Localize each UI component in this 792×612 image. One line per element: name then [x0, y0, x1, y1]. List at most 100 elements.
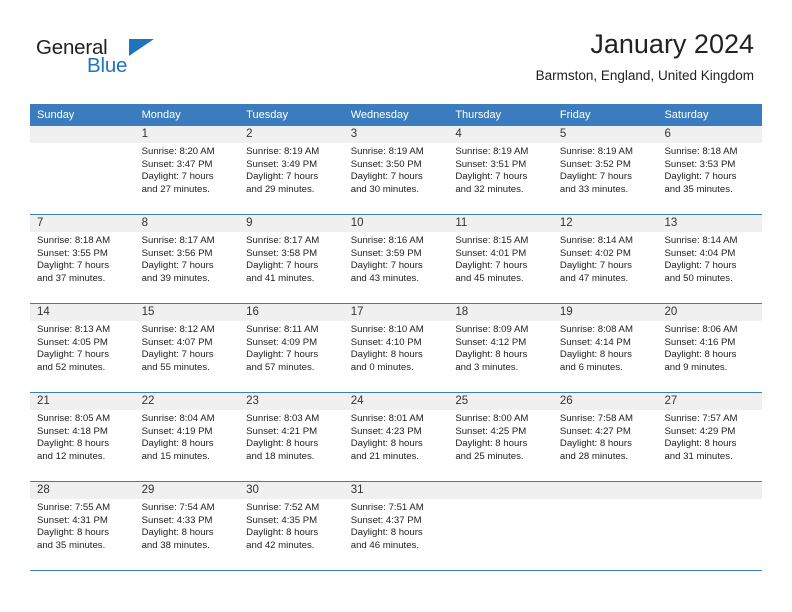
day-info-line: Sunrise: 8:19 AM: [350, 146, 424, 157]
calendar-day-cell[interactable]: 19 Sunrise: 8:08 AM Sunset: 4:14 PM Dayligh…: [552, 304, 658, 392]
calendar-day-cell[interactable]: 21 Sunrise: 8:05 AM Sunset: 4:18 PM Dayligh…: [30, 393, 135, 481]
calendar-day-cell[interactable]: 25 Sunrise: 8:00 AM Sunset: 4:25 PM Dayligh…: [448, 393, 553, 481]
calendar-day-cell[interactable]: 18 Sunrise: 8:09 AM Sunset: 4:12 PM Dayligh…: [448, 304, 553, 392]
calendar-day-cell[interactable]: 26 Sunrise: 7:58 AM Sunset: 4:27 PM Dayligh…: [552, 393, 658, 481]
day-sun-info: Sunrise: 8:16 AM Sunset: 3:59 PM Daylight:…: [344, 232, 449, 285]
day-info-line: Sunset: 4:27 PM: [559, 425, 631, 437]
day-number-bar: 18: [448, 304, 553, 321]
day-info-line: Sunset: 4:04 PM: [664, 247, 736, 259]
day-info-line: and 12 minutes.: [37, 450, 106, 462]
calendar-day-cell[interactable]: 4 Sunrise: 8:19 AM Sunset: 3:51 PM Daylight…: [448, 126, 553, 214]
calendar-day-cell[interactable]: 23 Sunrise: 8:03 AM Sunset: 4:21 PM Dayligh…: [239, 393, 344, 481]
day-info-line: Daylight: 7 hours: [246, 260, 319, 272]
day-info-line: Sunrise: 8:10 AM: [350, 324, 424, 335]
day-info-line: and 32 minutes.: [455, 183, 524, 195]
day-info-line: Daylight: 8 hours: [664, 438, 737, 450]
day-info-line: Sunset: 4:14 PM: [559, 336, 631, 348]
day-info-line: Sunset: 4:12 PM: [455, 336, 527, 348]
calendar-day-cell[interactable]: 17 Sunrise: 8:10 AM Sunset: 4:10 PM Dayligh…: [343, 304, 449, 392]
day-info-line: Sunrise: 8:05 AM: [37, 413, 111, 424]
calendar-day-cell[interactable]: 24 Sunrise: 8:01 AM Sunset: 4:23 PM Dayligh…: [343, 393, 449, 481]
day-info-line: Sunset: 3:56 PM: [141, 247, 213, 259]
day-info-line: and 47 minutes.: [559, 272, 629, 284]
calendar-day-cell[interactable]: 6 Sunrise: 8:18 AM Sunset: 3:53 PM Daylight…: [657, 126, 763, 214]
day-info-line: Daylight: 8 hours: [455, 438, 528, 450]
day-number: 5: [559, 128, 567, 140]
day-info-line: Sunrise: 8:19 AM: [455, 146, 529, 157]
day-number: 28: [37, 484, 50, 496]
day-info-line: and 52 minutes.: [37, 361, 106, 373]
calendar-week-row: 1 Sunrise: 8:20 AM Sunset: 3:47 PM Daylight…: [30, 126, 763, 215]
day-info-line: and 21 minutes.: [350, 450, 420, 462]
day-number: 31: [350, 484, 364, 496]
calendar-day-cell[interactable]: 22 Sunrise: 8:04 AM Sunset: 4:19 PM Dayligh…: [134, 393, 240, 481]
day-number-bar: 8: [134, 215, 240, 232]
day-number: 6: [664, 128, 671, 140]
calendar-week-row: 14 Sunrise: 8:13 AM Sunset: 4:05 PM Dayligh…: [30, 304, 763, 393]
day-number-bar: 26: [552, 393, 658, 410]
day-sun-info: Sunrise: 8:03 AM Sunset: 4:21 PM Daylight:…: [239, 410, 344, 463]
calendar-day-cell[interactable]: 30 Sunrise: 7:52 AM Sunset: 4:35 PM Dayligh…: [239, 482, 344, 570]
day-info-line: Sunrise: 8:20 AM: [141, 146, 215, 157]
day-info-line: and 31 minutes.: [664, 450, 733, 462]
day-info-line: Sunset: 4:29 PM: [664, 425, 736, 437]
calendar-day-cell[interactable]: 2 Sunrise: 8:19 AM Sunset: 3:49 PM Daylight…: [239, 126, 344, 214]
day-info-line: and 29 minutes.: [246, 183, 315, 195]
day-sun-info: Sunrise: 8:08 AM Sunset: 4:14 PM Daylight:…: [553, 321, 658, 374]
day-sun-info: Sunrise: 7:55 AM Sunset: 4:31 PM Daylight:…: [30, 499, 135, 552]
day-info-line: Sunset: 4:25 PM: [455, 425, 527, 437]
calendar-day-cell[interactable]: 15 Sunrise: 8:12 AM Sunset: 4:07 PM Dayligh…: [134, 304, 240, 392]
calendar-day-cell[interactable]: 31 Sunrise: 7:51 AM Sunset: 4:37 PM Dayligh…: [343, 482, 449, 570]
day-info-line: Sunrise: 8:08 AM: [559, 324, 633, 335]
day-info-line: and 28 minutes.: [559, 450, 629, 462]
day-info-line: Sunrise: 8:17 AM: [141, 235, 215, 246]
brand-triangle-icon: [129, 39, 154, 56]
brand-logo[interactable]: General Blue: [36, 36, 166, 82]
day-info-line: and 57 minutes.: [246, 361, 315, 373]
day-info-line: Sunset: 3:49 PM: [246, 158, 318, 170]
day-info-line: Sunrise: 8:18 AM: [664, 146, 738, 157]
day-number-bar: [30, 126, 135, 143]
calendar-day-cell[interactable]: 27 Sunrise: 7:57 AM Sunset: 4:29 PM Dayligh…: [657, 393, 763, 481]
calendar-day-cell[interactable]: 1 Sunrise: 8:20 AM Sunset: 3:47 PM Daylight…: [134, 126, 240, 214]
calendar-day-cell[interactable]: 12 Sunrise: 8:14 AM Sunset: 4:02 PM Dayligh…: [552, 215, 658, 303]
day-info-line: Daylight: 7 hours: [559, 171, 632, 183]
day-number: 23: [246, 395, 259, 407]
day-info-line: Sunrise: 8:12 AM: [141, 324, 215, 335]
calendar-day-cell[interactable]: 16 Sunrise: 8:11 AM Sunset: 4:09 PM Dayligh…: [239, 304, 344, 392]
day-info-line: Daylight: 8 hours: [246, 438, 319, 450]
calendar-day-cell[interactable]: 14 Sunrise: 8:13 AM Sunset: 4:05 PM Dayligh…: [30, 304, 135, 392]
calendar-day-cell[interactable]: 28 Sunrise: 7:55 AM Sunset: 4:31 PM Dayligh…: [30, 482, 135, 570]
day-sun-info: Sunrise: 7:52 AM Sunset: 4:35 PM Daylight:…: [239, 499, 344, 552]
day-number: 18: [455, 306, 469, 318]
day-number-bar: 2: [239, 126, 344, 143]
day-info-line: Sunset: 4:31 PM: [37, 514, 108, 526]
calendar-day-cell[interactable]: 9 Sunrise: 8:17 AM Sunset: 3:58 PM Daylight…: [239, 215, 344, 303]
day-info-line: Daylight: 7 hours: [37, 260, 109, 272]
day-info-line: Sunset: 4:02 PM: [559, 247, 631, 259]
day-number: 22: [141, 395, 155, 407]
day-sun-info: Sunrise: 8:19 AM Sunset: 3:52 PM Daylight:…: [553, 143, 658, 196]
calendar-day-cell[interactable]: 5 Sunrise: 8:19 AM Sunset: 3:52 PM Daylight…: [552, 126, 658, 214]
calendar-day-cell[interactable]: 8 Sunrise: 8:17 AM Sunset: 3:56 PM Daylight…: [134, 215, 240, 303]
calendar-weeks: 1 Sunrise: 8:20 AM Sunset: 3:47 PM Daylight…: [30, 126, 763, 571]
day-info-line: Sunrise: 8:19 AM: [559, 146, 633, 157]
day-number: 8: [141, 217, 148, 229]
day-info-line: Sunset: 3:53 PM: [664, 158, 736, 170]
calendar-day-cell[interactable]: 3 Sunrise: 8:19 AM Sunset: 3:50 PM Daylight…: [343, 126, 449, 214]
calendar-day-cell[interactable]: 10 Sunrise: 8:16 AM Sunset: 3:59 PM Dayligh…: [343, 215, 449, 303]
day-number: 30: [246, 484, 259, 496]
day-info-line: Sunset: 3:52 PM: [559, 158, 631, 170]
calendar-day-cell[interactable]: 13 Sunrise: 8:14 AM Sunset: 4:04 PM Dayligh…: [657, 215, 763, 303]
day-number-bar: 29: [134, 482, 240, 499]
calendar-day-cell[interactable]: 7 Sunrise: 8:18 AM Sunset: 3:55 PM Daylight…: [30, 215, 135, 303]
day-info-line: and 37 minutes.: [37, 272, 106, 284]
day-sun-info: Sunrise: 8:05 AM Sunset: 4:18 PM Daylight:…: [30, 410, 135, 463]
calendar-day-cell[interactable]: 11 Sunrise: 8:15 AM Sunset: 4:01 PM Dayligh…: [448, 215, 553, 303]
day-info-line: Daylight: 8 hours: [664, 349, 737, 361]
calendar-day-cell[interactable]: 29 Sunrise: 7:54 AM Sunset: 4:33 PM Dayligh…: [134, 482, 240, 570]
day-number-bar: 16: [239, 304, 344, 321]
day-number-bar: 4: [448, 126, 553, 143]
calendar-day-cell[interactable]: 20 Sunrise: 8:06 AM Sunset: 4:16 PM Dayligh…: [657, 304, 763, 392]
day-info-line: Daylight: 7 hours: [350, 171, 423, 183]
